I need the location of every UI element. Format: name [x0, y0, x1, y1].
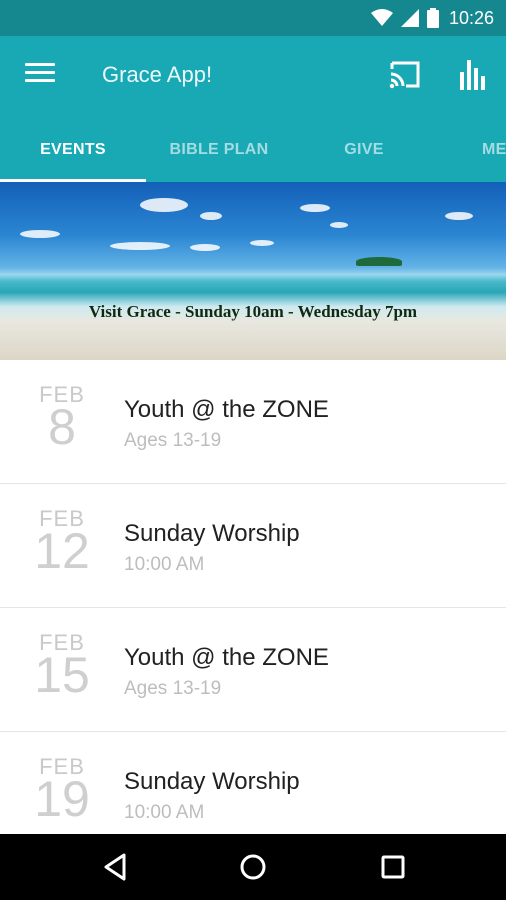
event-title: Sunday Worship: [124, 520, 300, 547]
app-title: Grace App!: [102, 62, 213, 87]
event-day: 12: [34, 523, 90, 579]
event-title: Sunday Worship: [124, 768, 300, 795]
event-title: Youth @ the ZONE: [124, 644, 329, 671]
home-icon[interactable]: [236, 850, 270, 884]
menu-icon[interactable]: [25, 63, 55, 89]
event-subtitle: Ages 13-19: [124, 430, 222, 451]
event-item[interactable]: FEB 8 Youth @ the ZONE Ages 13-19: [0, 360, 506, 484]
signal-icon: [400, 9, 419, 27]
tab-bible-plan[interactable]: BIBLE PLAN: [146, 118, 292, 182]
tab-events[interactable]: EVENTS: [0, 118, 146, 182]
banner-caption: Visit Grace - Sunday 10am - Wednesday 7p…: [88, 302, 418, 321]
status-time: 10:26: [448, 7, 494, 28]
event-day: 15: [34, 647, 90, 703]
event-list: FEB 8 Youth @ the ZONE Ages 13-19 FEB 12…: [0, 360, 506, 856]
event-day: 8: [48, 399, 76, 455]
event-item[interactable]: FEB 15 Youth @ the ZONE Ages 13-19: [0, 608, 506, 732]
tab-give[interactable]: GIVE: [292, 118, 436, 182]
event-title: Youth @ the ZONE: [124, 396, 329, 423]
tab-me[interactable]: ME: [436, 118, 506, 182]
event-item[interactable]: FEB 12 Sunday Worship 10:00 AM: [0, 484, 506, 608]
status-bar: 10:26: [0, 0, 506, 36]
event-subtitle: Ages 13-19: [124, 678, 222, 699]
system-nav-bar: [0, 834, 506, 900]
cast-icon[interactable]: [388, 60, 422, 90]
bar-chart-icon[interactable]: [458, 58, 488, 90]
back-icon[interactable]: [98, 850, 132, 884]
wifi-icon: [370, 9, 393, 27]
app-bar: Grace App!: [0, 36, 506, 118]
battery-icon: [426, 8, 439, 28]
banner-image: Visit Grace - Sunday 10am - Wednesday 7p…: [0, 182, 506, 360]
tab-bar: EVENTS BIBLE PLAN GIVE ME: [0, 118, 506, 182]
island: [356, 257, 402, 266]
recents-icon[interactable]: [376, 850, 410, 884]
event-subtitle: 10:00 AM: [124, 554, 205, 575]
event-subtitle: 10:00 AM: [124, 802, 205, 823]
event-day: 19: [34, 771, 90, 827]
